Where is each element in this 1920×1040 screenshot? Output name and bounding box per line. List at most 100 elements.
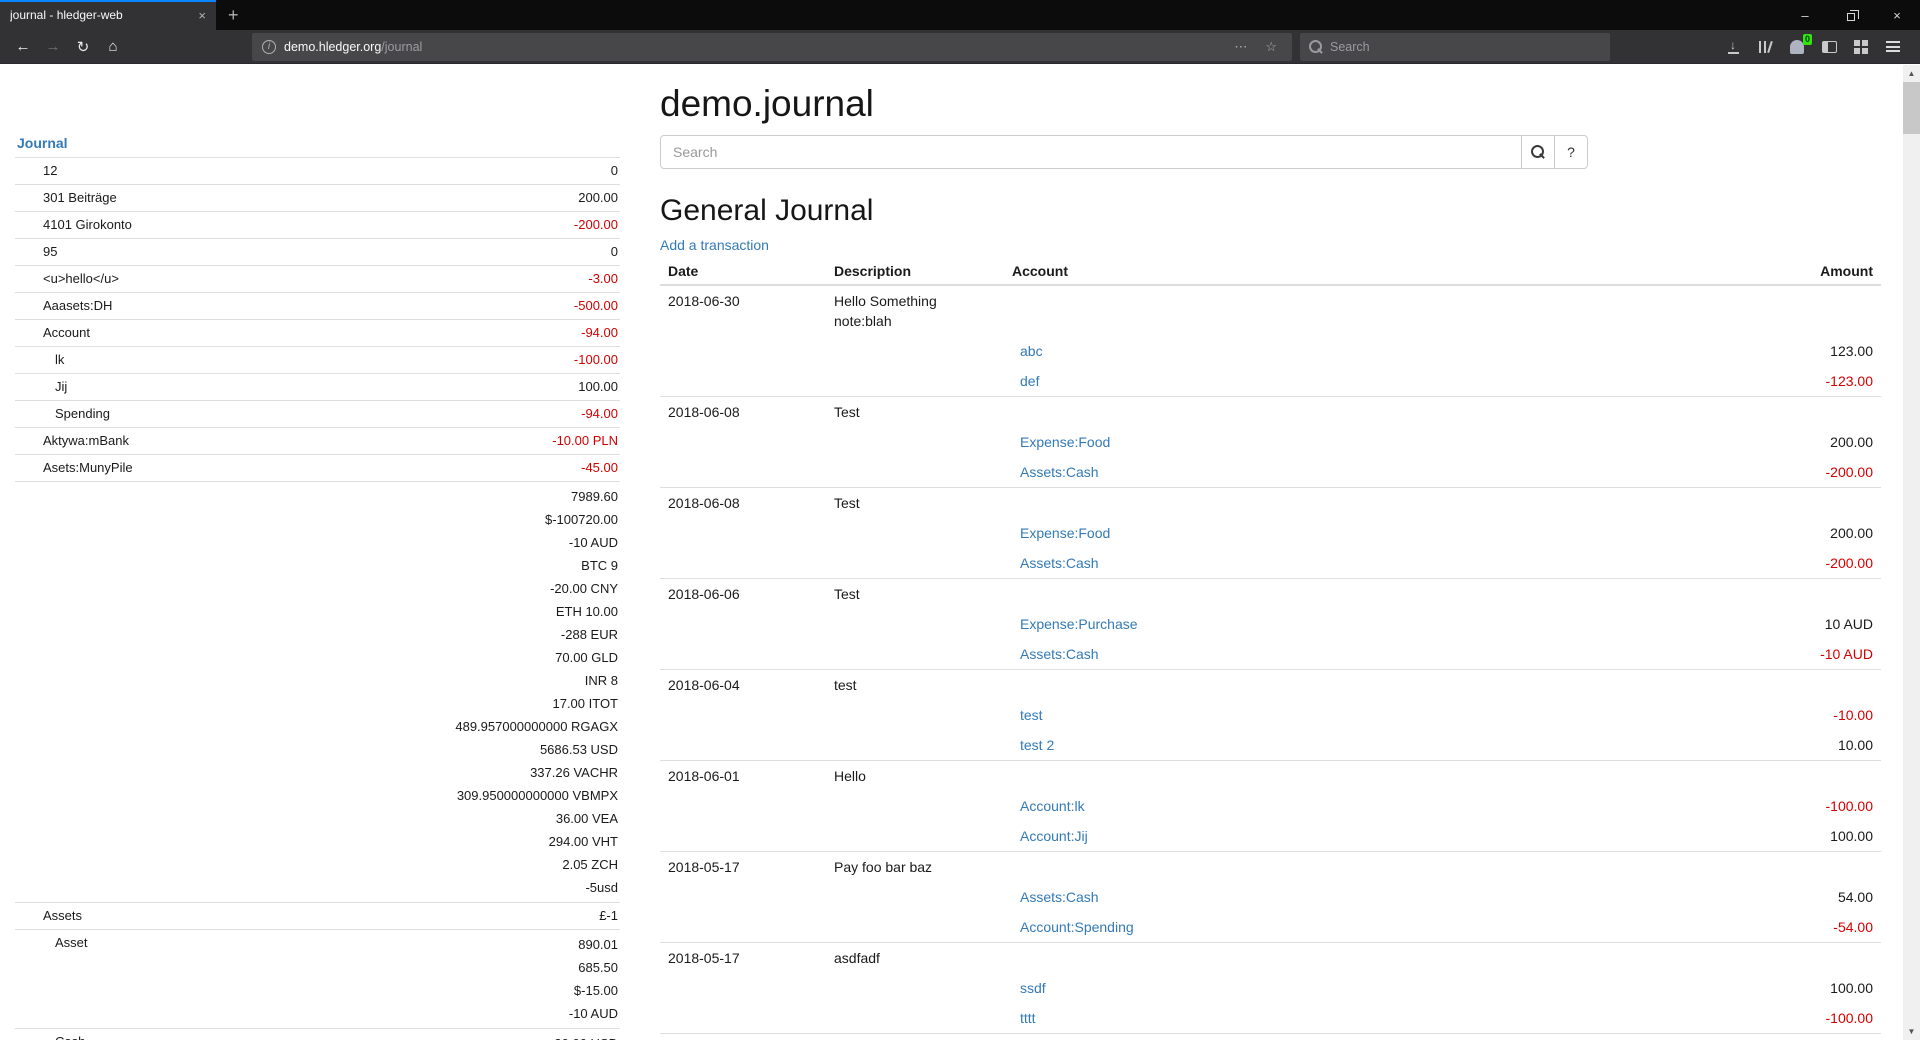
- posting-date-empty: [660, 457, 826, 488]
- posting-account-link[interactable]: ssdf: [1020, 980, 1046, 996]
- account-name-cell[interactable]: Spending: [15, 401, 268, 428]
- balance-amount: BTC 9: [270, 554, 618, 577]
- transaction-date: 2018-06-08: [660, 488, 826, 519]
- posting-description-empty: [826, 609, 1004, 639]
- page-actions-icon[interactable]: ⋯: [1229, 39, 1252, 55]
- tab-title: journal - hledger-web: [10, 8, 190, 22]
- account-name-cell[interactable]: 301 Beiträge: [15, 185, 268, 212]
- posting-account-link[interactable]: abc: [1020, 343, 1043, 359]
- posting-description-empty: [826, 821, 1004, 852]
- browser-search-bar[interactable]: [1300, 33, 1610, 61]
- apps-grid-button[interactable]: [1846, 33, 1876, 61]
- balance-amount: -94.00: [270, 404, 618, 424]
- downloads-button[interactable]: ↓: [1718, 33, 1748, 61]
- posting-description-empty: [826, 639, 1004, 670]
- posting-account-link[interactable]: Account:lk: [1020, 798, 1085, 814]
- journal-search-button[interactable]: [1521, 135, 1555, 169]
- posting-account-link[interactable]: Expense:Food: [1020, 434, 1110, 450]
- sidebar-heading-cell: Journal: [15, 130, 620, 158]
- browser-toolbar: ← → ↻ ⌂ i demo.hledger.org/journal ⋯ ☆ ↓…: [0, 30, 1920, 64]
- column-header-description: Description: [826, 258, 1004, 285]
- url-bar[interactable]: i demo.hledger.org/journal ⋯ ☆: [252, 33, 1292, 61]
- posting-date-empty: [660, 1003, 826, 1034]
- account-name-cell[interactable]: 4101 Girokonto: [15, 212, 268, 239]
- journal-heading-link[interactable]: Journal: [17, 135, 68, 151]
- sidebar-toggle-button[interactable]: [1814, 33, 1844, 61]
- posting-account-link[interactable]: Assets:Cash: [1020, 646, 1099, 662]
- account-name-cell[interactable]: Asets:MunyPile: [15, 455, 268, 482]
- posting-date-empty: [660, 427, 826, 457]
- bookmark-star-icon[interactable]: ☆: [1260, 39, 1282, 55]
- account-name-cell[interactable]: Jij: [15, 374, 268, 401]
- sidebar-account-row: Asets:MunyPile-45.00: [15, 455, 620, 482]
- account-name-cell[interactable]: Cash: [15, 1029, 268, 1040]
- posting-account-link[interactable]: Expense:Food: [1020, 525, 1110, 541]
- browser-search-input[interactable]: [1330, 40, 1601, 54]
- posting-account-cell: Expense:Food: [1004, 518, 1641, 548]
- posting-account-link[interactable]: tttt: [1020, 1010, 1036, 1026]
- transaction-row: 2018-05-17Pay foo bar baz: [660, 852, 1881, 883]
- transaction-amount-empty: [1641, 397, 1881, 428]
- page-scrollbar[interactable]: ▲ ▼: [1903, 65, 1920, 1040]
- posting-account-link[interactable]: Assets:Cash: [1020, 889, 1099, 905]
- search-help-button[interactable]: ?: [1554, 135, 1588, 169]
- home-button[interactable]: ⌂: [98, 33, 128, 61]
- posting-amount: -100.00: [1641, 791, 1881, 821]
- account-balance-cell: -100.00: [268, 347, 620, 374]
- journal-search-input[interactable]: [660, 135, 1522, 169]
- account-name-cell[interactable]: 12: [15, 158, 268, 185]
- posting-account-link[interactable]: Account:Jij: [1020, 828, 1088, 844]
- posting-account-link[interactable]: def: [1020, 373, 1039, 389]
- extension-button[interactable]: 0: [1782, 33, 1812, 61]
- account-name-cell[interactable]: Account: [15, 320, 268, 347]
- posting-account-link[interactable]: Assets:Cash: [1020, 555, 1099, 571]
- account-name-cell[interactable]: Aaasets:DH: [15, 293, 268, 320]
- tab-close-icon[interactable]: ×: [190, 8, 206, 23]
- account-name-cell[interactable]: Assets: [15, 903, 268, 930]
- balance-amount: $-15.00: [270, 979, 618, 1002]
- scroll-down-icon[interactable]: ▼: [1903, 1023, 1920, 1040]
- transaction-account-empty: [1004, 397, 1641, 428]
- new-tab-button[interactable]: +: [216, 0, 251, 30]
- posting-amount: 100.00: [1641, 973, 1881, 1003]
- posting-account-link[interactable]: test: [1020, 707, 1043, 723]
- posting-row: Account:Spending-54.00: [660, 912, 1881, 943]
- library-button[interactable]: [1750, 33, 1780, 61]
- account-balance-cell: -3.00: [268, 266, 620, 293]
- account-balance-cell: 200.00: [268, 185, 620, 212]
- posting-description-empty: [826, 336, 1004, 366]
- transaction-row: 2018-06-08Test: [660, 488, 1881, 519]
- page-content: Journal 120301 Beiträge200.004101 Giroko…: [0, 65, 1920, 1040]
- close-window-button[interactable]: ×: [1874, 0, 1920, 30]
- posting-account-link[interactable]: Account:Spending: [1020, 919, 1134, 935]
- scrollbar-thumb[interactable]: [1903, 82, 1920, 134]
- minimize-button[interactable]: –: [1782, 0, 1828, 30]
- posting-row: abc123.00: [660, 336, 1881, 366]
- account-balance-cell: 7989.60$-100720.00-10 AUDBTC 9-20.00 CNY…: [268, 482, 620, 903]
- scroll-up-icon[interactable]: ▲: [1903, 65, 1920, 82]
- posting-account-link[interactable]: Expense:Purchase: [1020, 616, 1138, 632]
- menu-button[interactable]: [1878, 33, 1908, 61]
- account-name-cell[interactable]: lk: [15, 347, 268, 374]
- posting-date-empty: [660, 973, 826, 1003]
- account-name-cell[interactable]: 95: [15, 239, 268, 266]
- posting-row: def -123.00: [660, 366, 1881, 397]
- browser-tab[interactable]: journal - hledger-web ×: [0, 0, 216, 30]
- restore-button[interactable]: [1828, 0, 1874, 30]
- add-transaction-link[interactable]: Add a transaction: [660, 237, 769, 253]
- posting-account-link[interactable]: Assets:Cash: [1020, 464, 1099, 480]
- site-info-icon[interactable]: i: [262, 40, 276, 54]
- posting-account-link[interactable]: test 2: [1020, 737, 1054, 753]
- account-name-cell[interactable]: Aktywa:mBank: [15, 428, 268, 455]
- posting-account-cell: Assets:Cash: [1004, 548, 1641, 579]
- account-name-cell[interactable]: Asset: [15, 930, 268, 1029]
- reload-button[interactable]: ↻: [68, 33, 98, 61]
- account-name-cell[interactable]: <u>hello</u>: [15, 266, 268, 293]
- back-button[interactable]: ←: [8, 33, 38, 61]
- posting-row: Assets:Cash-10 AUD: [660, 639, 1881, 670]
- forward-button[interactable]: →: [38, 33, 68, 61]
- posting-amount: 10.00: [1641, 730, 1881, 761]
- posting-amount: -123.00: [1641, 366, 1881, 397]
- posting-date-empty: [660, 336, 826, 366]
- posting-date-empty: [660, 912, 826, 943]
